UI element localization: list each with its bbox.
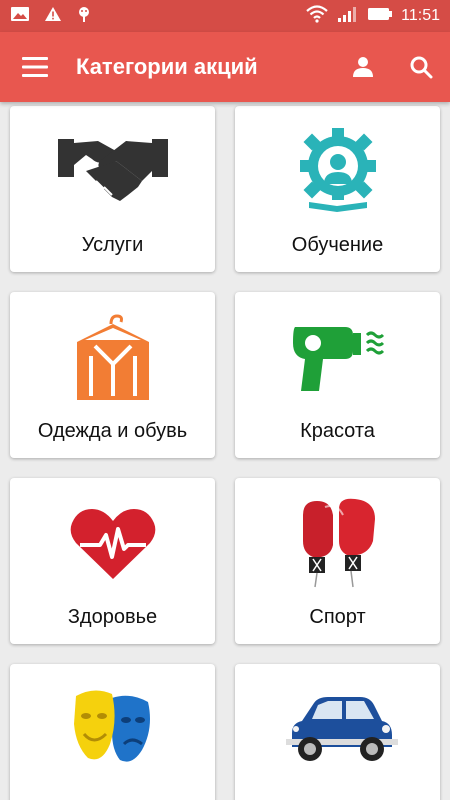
category-card-services[interactable]: Услуги [10, 106, 215, 272]
person-icon [353, 57, 373, 77]
profile-button[interactable] [334, 32, 392, 102]
search-icon [410, 56, 433, 79]
category-card-clothes[interactable]: Одежда и обувь [10, 292, 215, 458]
category-card-education[interactable]: Обучение [235, 106, 440, 272]
category-label: Красота [300, 420, 375, 442]
theater-masks-icon [73, 690, 150, 762]
hair-dryer-icon [292, 327, 384, 391]
boxing-gloves-icon [302, 498, 375, 588]
page-title: Категории акций [76, 54, 258, 79]
category-label: Спорт [309, 606, 366, 628]
category-label: Здоровье [67, 606, 158, 628]
android-debug-icon [76, 5, 92, 28]
hamburger-menu-icon [22, 57, 48, 77]
handshake-icon [57, 139, 168, 201]
category-grid: Услуги Обучение Одежда и обувь Красота З… [0, 102, 450, 800]
menu-button[interactable] [0, 32, 70, 102]
status-bar: 11:51 [0, 0, 450, 32]
category-card-health[interactable]: Здоровье [10, 478, 215, 644]
signal-icon [337, 5, 359, 28]
category-label: Обучение [291, 234, 384, 256]
battery-icon [367, 6, 393, 27]
category-card-sport[interactable]: Спорт [235, 478, 440, 644]
heart-pulse-icon [70, 509, 155, 579]
warning-icon [44, 6, 62, 27]
car-icon [285, 697, 398, 761]
clock-time: 11:51 [401, 7, 440, 24]
search-button[interactable] [392, 32, 450, 102]
category-card-entertainment[interactable] [10, 664, 215, 800]
category-label: Услуги [81, 234, 144, 256]
app-bar: Категории акций [0, 32, 450, 102]
category-card-beauty[interactable]: Красота [235, 292, 440, 458]
category-label: Одежда и обувь [37, 420, 188, 442]
clothes-hanger-icon [76, 314, 149, 400]
wifi-icon [305, 4, 329, 28]
category-card-auto[interactable] [235, 664, 440, 800]
gear-person-icon [299, 128, 376, 212]
image-notification-icon [10, 6, 30, 27]
